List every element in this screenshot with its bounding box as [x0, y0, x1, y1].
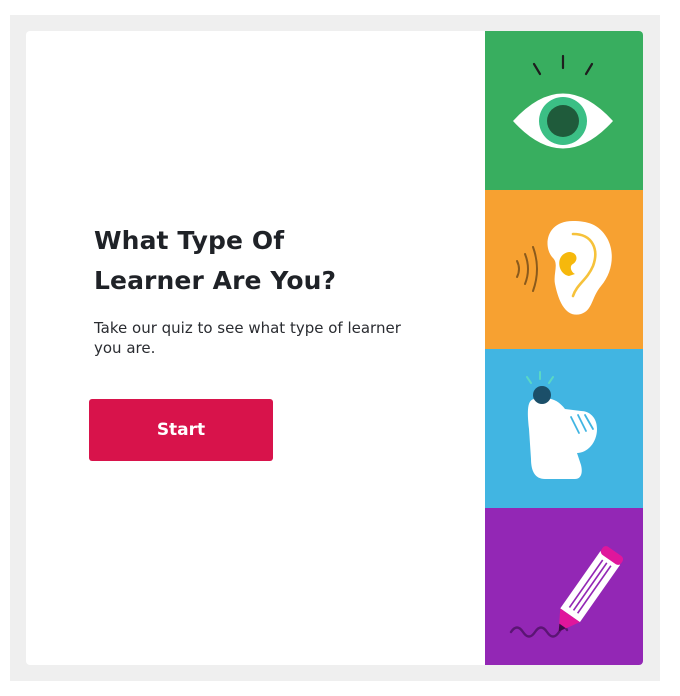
hand-touch-icon	[526, 371, 597, 479]
auditory-learner-panel	[485, 190, 643, 349]
quiz-subtitle: Take our quiz to see what type of learne…	[94, 319, 401, 357]
quiz-title-line-2: Learner Are You?	[94, 266, 337, 295]
quiz-intro: What Type Of Learner Are You? Take our q…	[94, 221, 414, 358]
quiz-title: What Type Of Learner Are You?	[94, 221, 414, 301]
kinesthetic-learner-panel	[485, 349, 643, 508]
visual-learner-panel	[485, 31, 643, 190]
eye-icon	[513, 54, 613, 149]
read-write-learner-panel	[485, 508, 643, 665]
ear-icon	[516, 221, 612, 315]
start-button[interactable]: Start	[89, 399, 273, 461]
pencil-icon	[509, 546, 624, 638]
quiz-card: What Type Of Learner Are You? Take our q…	[26, 31, 643, 665]
quiz-title-line-1: What Type Of	[94, 226, 285, 255]
learner-type-panels	[485, 31, 643, 665]
